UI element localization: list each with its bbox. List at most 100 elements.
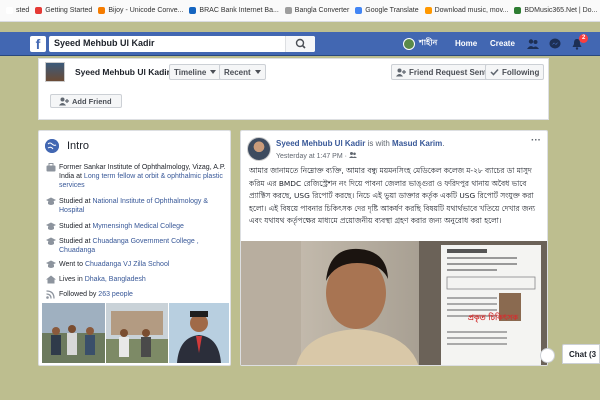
add-friend-icon bbox=[59, 97, 69, 105]
post-image[interactable] bbox=[241, 241, 548, 366]
privacy-icon bbox=[348, 152, 357, 158]
image-caption: প্রকৃত চিকিৎসক bbox=[468, 313, 519, 322]
chevron-down-icon bbox=[254, 70, 261, 74]
bookmark-item[interactable]: Google Translate bbox=[355, 7, 419, 14]
post-author-avatar[interactable] bbox=[247, 137, 271, 161]
intro-title: Intro bbox=[67, 140, 90, 152]
intro-text: Went to bbox=[59, 261, 85, 268]
timeline-dropdown[interactable]: Timeline bbox=[169, 64, 222, 80]
intro-education-text: Studied at National Institute of Ophthal… bbox=[59, 197, 228, 215]
post-body: আমার জানামতে নিম্নোক্ত ব্যক্তি, আমার বন্… bbox=[249, 166, 536, 226]
bookmark-label: BRAC Bank Internet Ba... bbox=[199, 7, 279, 14]
bookmark-label: Bijoy - Unicode Conve... bbox=[108, 7, 184, 14]
nav-user-name: শাহীন bbox=[419, 38, 438, 47]
friend-request-sent-label: Friend Request Sent bbox=[409, 67, 487, 77]
post-time-text: Yesterday at 1:47 PM · bbox=[276, 153, 349, 160]
create-link[interactable]: Create bbox=[490, 39, 515, 48]
chat-label: Chat (3 bbox=[569, 350, 597, 359]
intro-link[interactable]: Dhaka, Bangladesh bbox=[85, 276, 146, 283]
home-link[interactable]: Home bbox=[455, 39, 477, 48]
intro-work-text: Former Sankar Institute of Ophthalmology… bbox=[59, 163, 228, 190]
intro-education: Studied at National Institute of Ophthal… bbox=[46, 197, 228, 215]
graduation-cap-icon bbox=[46, 237, 56, 245]
bookmark-item[interactable]: BDMusic365.Net | Do... bbox=[514, 7, 597, 14]
intro-link[interactable]: 263 people bbox=[98, 291, 133, 298]
chat-tab[interactable]: Chat (3 bbox=[562, 344, 600, 364]
graduation-cap-icon bbox=[46, 222, 56, 230]
post-timestamp[interactable]: Yesterday at 1:47 PM · bbox=[276, 151, 357, 160]
intro-link[interactable]: Chuadanga VJ Zilla School bbox=[85, 261, 169, 268]
bookmark-item[interactable]: Bangla Converter bbox=[284, 7, 350, 14]
intro-link[interactable]: Mymensingh Medical College bbox=[92, 223, 183, 230]
intro-text: Studied at bbox=[59, 198, 93, 205]
friend-requests-icon[interactable] bbox=[527, 38, 539, 50]
profile-photo-thumbnail[interactable] bbox=[169, 303, 229, 363]
bookmark-label: Getting Started bbox=[45, 7, 93, 14]
search-input[interactable]: Syeed Mehbub Ul Kadir bbox=[49, 36, 315, 52]
bookmark-favicon-icon bbox=[6, 7, 13, 14]
bookmark-item[interactable]: Getting Started bbox=[35, 7, 92, 14]
bookmark-favicon-icon bbox=[35, 7, 43, 14]
bookmark-item[interactable]: sted bbox=[6, 7, 29, 14]
profile-photo-thumbnail[interactable] bbox=[42, 303, 105, 363]
post-author-link[interactable]: Syeed Mehbub Ul Kadir bbox=[276, 139, 365, 148]
bookmark-label: sted bbox=[16, 7, 30, 14]
intro-header: Intro bbox=[45, 139, 89, 153]
bookmark-label: Google Translate bbox=[365, 7, 419, 14]
add-friend-label: Add Friend bbox=[72, 96, 112, 106]
facebook-logo-icon[interactable]: f bbox=[30, 36, 46, 52]
bookmark-item[interactable]: Bijoy - Unicode Conve... bbox=[98, 7, 183, 14]
intro-school-text: Went to Chuadanga VJ Zilla School bbox=[59, 260, 169, 269]
timeline-label: Timeline bbox=[174, 67, 207, 77]
post-tagged-link[interactable]: Masud Karim bbox=[392, 139, 442, 148]
intro-education-text: Studied at Mymensingh Medical College bbox=[59, 222, 184, 231]
graduation-cap-icon bbox=[46, 260, 56, 268]
avatar bbox=[403, 37, 415, 50]
intro-location-text: Lives in Dhaka, Bangladesh bbox=[59, 275, 146, 284]
intro-text: Studied at bbox=[59, 238, 93, 245]
intro-followers-text: Followed by 263 people bbox=[59, 290, 133, 299]
recent-dropdown[interactable]: Recent bbox=[219, 64, 266, 80]
bookmark-item[interactable]: Download music, mov... bbox=[424, 7, 508, 14]
search-button[interactable] bbox=[285, 36, 315, 52]
chat-settings-icon[interactable] bbox=[540, 348, 555, 363]
graduation-cap-icon bbox=[46, 197, 56, 205]
profile-name[interactable]: Syeed Mehbub Ul Kadir bbox=[75, 67, 170, 77]
following-button[interactable]: Following bbox=[485, 64, 545, 80]
bookmark-label: BDMusic365.Net | Do... bbox=[524, 7, 598, 14]
facebook-header: f Syeed Mehbub Ul Kadir শাহীন Home Creat… bbox=[0, 32, 600, 56]
bookmark-favicon-icon bbox=[189, 7, 197, 14]
intro-education: Studied at Mymensingh Medical College bbox=[46, 222, 228, 231]
intro-location: Lives in Dhaka, Bangladesh bbox=[46, 275, 228, 284]
chevron-down-icon bbox=[210, 70, 217, 74]
photos-strip bbox=[42, 303, 229, 363]
globe-icon bbox=[45, 139, 59, 153]
post-header: Syeed Mehbub Ul Kadir is with Masud Kari… bbox=[276, 139, 445, 148]
post-card: Syeed Mehbub Ul Kadir is with Masud Kari… bbox=[240, 130, 548, 366]
check-icon bbox=[490, 68, 499, 76]
messenger-icon[interactable] bbox=[549, 38, 561, 50]
bookmark-item[interactable]: BRAC Bank Internet Ba... bbox=[189, 7, 279, 14]
profile-nav-bar: Syeed Mehbub Ul Kadir Timeline Recent Fr… bbox=[38, 58, 549, 120]
rss-icon bbox=[46, 290, 55, 299]
profile-thumbnail[interactable] bbox=[45, 62, 65, 82]
more-options-button[interactable]: ··· bbox=[531, 135, 541, 146]
post-period: . bbox=[442, 139, 445, 148]
bookmark-favicon-icon bbox=[514, 7, 522, 14]
friend-request-sent-button[interactable]: Friend Request Sent bbox=[391, 64, 492, 80]
nav-profile-link[interactable]: শাহীন bbox=[403, 37, 437, 50]
intro-link[interactable]: Long term fellow at orbit & ophthalmic p… bbox=[59, 173, 223, 189]
bookmark-favicon-icon bbox=[98, 7, 106, 14]
following-label: Following bbox=[502, 67, 540, 77]
bookmarks-bar: sted Getting Started Bijoy - Unicode Conve… bbox=[0, 0, 600, 22]
recent-label: Recent bbox=[224, 67, 251, 77]
bookmark-favicon-icon bbox=[424, 7, 432, 14]
add-friend-button[interactable]: Add Friend bbox=[50, 94, 122, 108]
intro-education-text: Studied at Chuadanga Government College … bbox=[59, 237, 228, 255]
search-icon bbox=[295, 38, 306, 49]
profile-photo-thumbnail[interactable] bbox=[106, 303, 168, 363]
intro-text: Followed by bbox=[59, 291, 99, 298]
search-value: Syeed Mehbub Ul Kadir bbox=[54, 38, 155, 48]
intro-text: Studied at bbox=[59, 223, 93, 230]
bookmark-label: Bangla Converter bbox=[294, 7, 350, 14]
